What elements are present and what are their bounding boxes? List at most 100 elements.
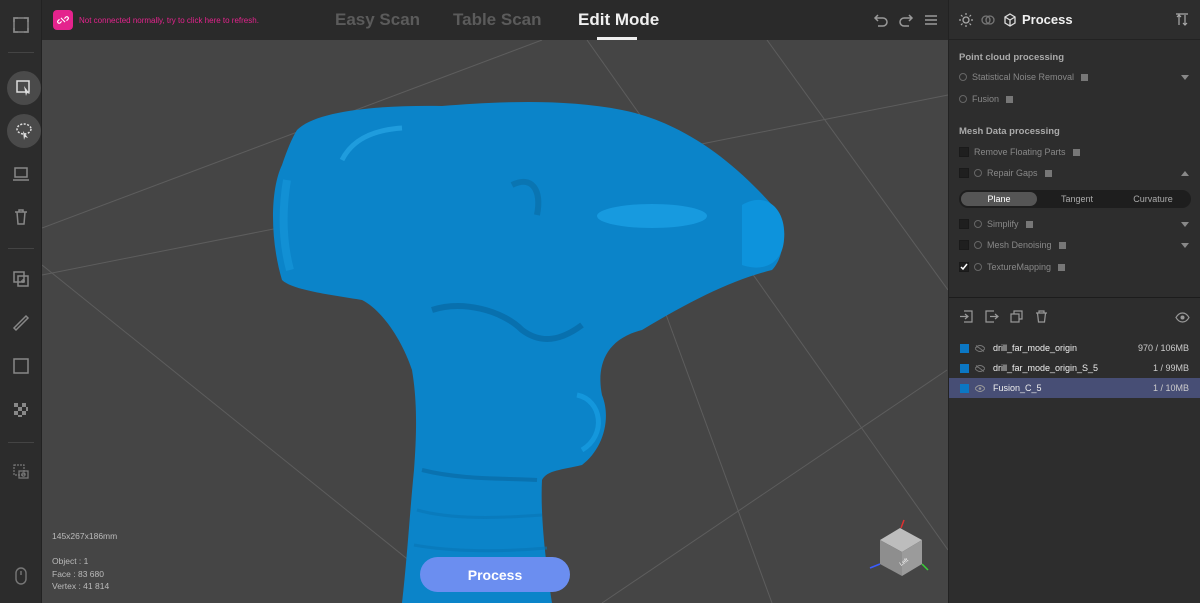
mesh-denoising-checkbox[interactable]	[959, 240, 969, 250]
flag-icon	[1081, 73, 1089, 81]
remove-floating-parts-label: Remove Floating Parts	[974, 147, 1066, 157]
cube-icon[interactable]	[1003, 13, 1017, 27]
checker-icon[interactable]	[8, 397, 34, 423]
delete-icon[interactable]	[1034, 309, 1049, 324]
object-color-swatch[interactable]	[960, 383, 969, 393]
simplify-checkbox[interactable]	[959, 219, 969, 229]
vertex-count: Vertex : 41 814	[52, 581, 110, 591]
repair-mode-selector: Plane Tangent Curvature	[959, 190, 1191, 208]
object-toolbar	[959, 309, 1049, 324]
mode-plane[interactable]: Plane	[961, 192, 1037, 206]
object-size: 970 / 106MB	[1137, 343, 1189, 353]
object-name: drill_far_mode_origin_S_5	[993, 363, 1099, 373]
noise-icon	[959, 73, 967, 81]
repair-gaps-row[interactable]: Repair Gaps	[959, 165, 1189, 181]
object-row-selected[interactable]: Fusion_C_5 1 / 10MB	[949, 378, 1200, 398]
chevron-down-icon[interactable]	[1181, 74, 1189, 80]
remove-floating-parts-row[interactable]: Remove Floating Parts	[959, 144, 1189, 160]
flag-icon	[1058, 241, 1066, 249]
fusion-label: Fusion	[972, 94, 1000, 104]
mode-curvature[interactable]: Curvature	[1115, 190, 1191, 208]
tab-table-scan[interactable]: Table Scan	[453, 10, 542, 30]
repair-icon	[974, 169, 982, 177]
drill-model[interactable]	[273, 102, 785, 603]
panel-title: Process	[1022, 12, 1073, 27]
rectangle-icon[interactable]	[8, 353, 34, 379]
panel-divider	[949, 297, 1200, 298]
mesh-section-title: Mesh Data processing	[959, 126, 1060, 137]
3d-viewport[interactable]: Left 145x267x186mm Object : 1 Face : 83 …	[42, 40, 948, 603]
snapshot-icon[interactable]	[8, 459, 34, 485]
panel-header: Process	[949, 0, 1200, 40]
tab-easy-scan[interactable]: Easy Scan	[335, 10, 420, 30]
undo-icon[interactable]	[872, 11, 890, 29]
flag-icon	[1072, 148, 1080, 156]
redo-icon[interactable]	[897, 11, 915, 29]
laptop-icon[interactable]	[8, 161, 34, 187]
visibility-icon[interactable]	[1175, 310, 1190, 325]
layers-icon[interactable]	[981, 13, 995, 27]
chevron-down-icon[interactable]	[1181, 221, 1189, 227]
select-tool-icon[interactable]	[7, 71, 41, 105]
model-dimensions: 145x267x186mm	[52, 531, 118, 541]
lasso-select-icon[interactable]	[7, 114, 41, 148]
export-icon[interactable]	[984, 309, 999, 324]
mesh-denoising-label: Mesh Denoising	[987, 240, 1052, 250]
chevron-up-icon[interactable]	[1181, 170, 1189, 176]
fullscreen-icon[interactable]	[8, 12, 34, 38]
mesh-denoising-row[interactable]: Mesh Denoising	[959, 237, 1189, 253]
process-button[interactable]: Process	[420, 557, 570, 592]
simplify-row[interactable]: Simplify	[959, 216, 1189, 232]
connection-warning[interactable]: Not connected normally, try to click her…	[53, 10, 259, 30]
flag-icon	[1025, 220, 1033, 228]
texture-icon	[974, 263, 982, 271]
menu-icon[interactable]	[922, 11, 940, 29]
object-row[interactable]: drill_far_mode_origin 970 / 106MB	[949, 338, 1200, 358]
texture-mapping-checkbox[interactable]	[959, 262, 969, 272]
trash-icon[interactable]	[8, 204, 34, 230]
import-icon[interactable]	[959, 309, 974, 324]
top-bar: Not connected normally, try to click her…	[42, 0, 948, 40]
flag-icon	[1058, 263, 1066, 271]
denoise-icon	[974, 241, 982, 249]
flag-icon	[1006, 95, 1014, 103]
repair-gaps-checkbox[interactable]	[959, 168, 969, 178]
sun-icon[interactable]	[959, 13, 973, 27]
connection-warning-text[interactable]: Not connected normally, try to click her…	[79, 16, 259, 25]
left-toolbar	[0, 0, 42, 603]
fusion-icon	[959, 95, 967, 103]
duplicate-icon[interactable]	[8, 266, 34, 292]
statistical-noise-removal-label: Statistical Noise Removal	[972, 72, 1075, 82]
object-color-swatch[interactable]	[960, 363, 969, 373]
object-count: Object : 1	[52, 556, 89, 566]
mode-tangent[interactable]: Tangent	[1039, 190, 1115, 208]
flag-icon	[1044, 169, 1052, 177]
tab-edit-mode[interactable]: Edit Mode	[578, 10, 659, 30]
eye-off-icon[interactable]	[975, 344, 985, 352]
object-row[interactable]: drill_far_mode_origin_S_5 1 / 99MB	[949, 358, 1200, 378]
remove-floating-parts-checkbox[interactable]	[959, 147, 969, 157]
simplify-icon	[974, 220, 982, 228]
checkmark-icon	[960, 263, 968, 271]
mouse-icon[interactable]	[8, 563, 34, 589]
texture-mapping-label: TextureMapping	[987, 262, 1052, 272]
scene-canvas[interactable]: Left	[42, 40, 948, 603]
object-color-swatch[interactable]	[960, 343, 969, 353]
simplify-label: Simplify	[987, 219, 1019, 229]
orientation-cube[interactable]: Left	[869, 519, 929, 576]
object-name: drill_far_mode_origin	[993, 343, 1078, 353]
point-cloud-section-title: Point cloud processing	[959, 52, 1065, 63]
eye-off-icon[interactable]	[975, 364, 985, 372]
sort-icon[interactable]	[1175, 13, 1189, 27]
disconnected-link-icon	[53, 10, 73, 30]
chevron-down-icon[interactable]	[1181, 242, 1189, 248]
eye-icon[interactable]	[975, 384, 985, 392]
fusion-row[interactable]: Fusion	[959, 91, 1189, 107]
ruler-icon[interactable]	[8, 310, 34, 336]
copy-icon[interactable]	[1009, 309, 1024, 324]
object-size: 1 / 99MB	[1152, 363, 1189, 373]
statistical-noise-removal-row[interactable]: Statistical Noise Removal	[959, 69, 1189, 85]
object-size: 1 / 10MB	[1152, 383, 1189, 393]
texture-mapping-row[interactable]: TextureMapping	[959, 259, 1189, 275]
process-panel: Process Point cloud processing Statistic…	[948, 0, 1200, 603]
